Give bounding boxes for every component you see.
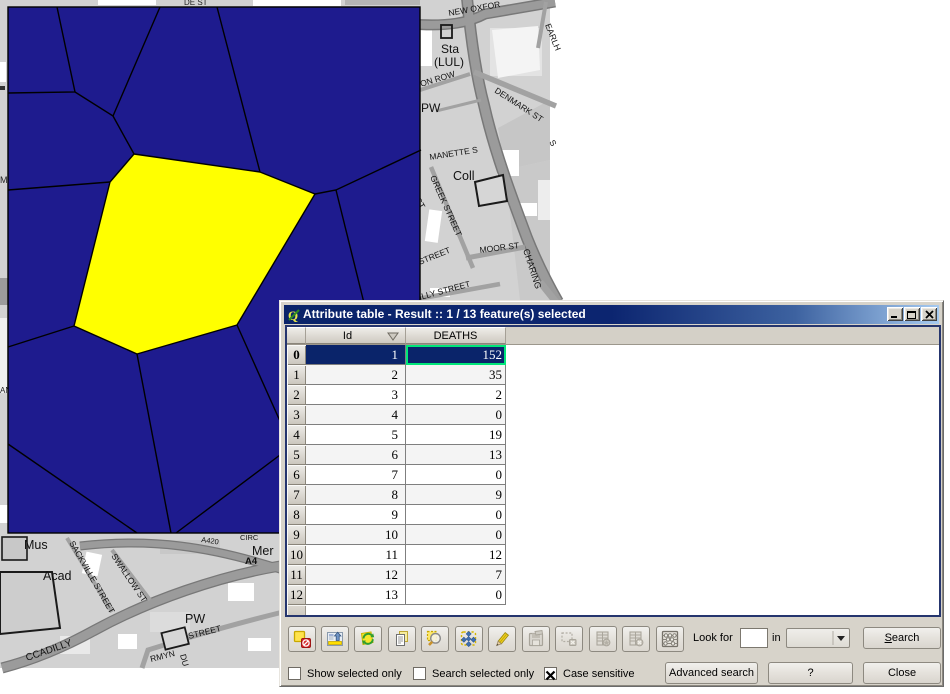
svg-text:PW: PW [421, 101, 441, 115]
svg-text:PW: PW [185, 612, 205, 626]
svg-text:(LUL): (LUL) [434, 55, 464, 69]
svg-text:M: M [0, 175, 8, 185]
svg-text:Mus: Mus [24, 538, 48, 552]
svg-text:CIRC: CIRC [240, 533, 259, 542]
svg-text:Sta: Sta [441, 42, 459, 56]
svg-text:Coll: Coll [453, 169, 475, 183]
svg-text:Acad: Acad [43, 569, 72, 583]
svg-text:Mer: Mer [252, 544, 274, 558]
svg-text:DE ST: DE ST [184, 0, 208, 7]
